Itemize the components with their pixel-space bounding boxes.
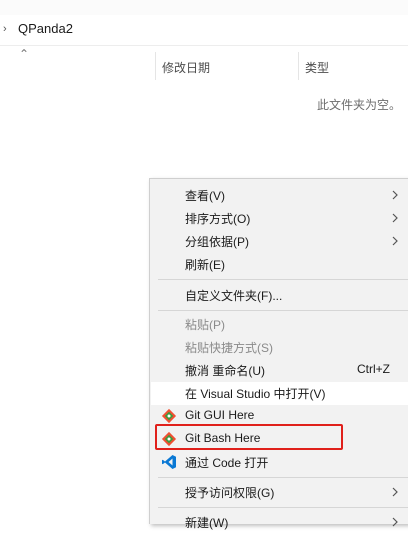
- menu-item-label: 自定义文件夹(F)...: [185, 289, 283, 303]
- address-bar[interactable]: › QPanda2: [0, 15, 408, 46]
- menu-item-label: 查看(V): [185, 189, 225, 203]
- menu-item-label: 分组依据(P): [185, 235, 249, 249]
- menu-item-paste[interactable]: 粘贴(P): [151, 313, 408, 336]
- menu-item-shortcut: Ctrl+Z: [357, 362, 390, 376]
- context-menu: 查看(V) 排序方式(O) 分组依据(P) 刷新(E) 自定义文件夹(F)...…: [149, 178, 408, 530]
- menu-item-label: Git GUI Here: [185, 408, 255, 422]
- git-gui-icon: [161, 408, 177, 424]
- chevron-right-icon: [392, 213, 398, 223]
- menu-item-label: 排序方式(O): [185, 212, 251, 226]
- sort-up-icon: ⌃: [19, 47, 30, 61]
- chevron-right-icon[interactable]: ›: [3, 23, 7, 35]
- menu-item-label: 通过 Code 打开: [185, 456, 269, 470]
- column-header-type[interactable]: 类型: [305, 59, 329, 76]
- menu-item-label: 刷新(E): [185, 258, 225, 272]
- menu-item-label: 粘贴(P): [185, 318, 225, 332]
- column-divider[interactable]: [298, 52, 299, 80]
- menu-item-refresh[interactable]: 刷新(E): [151, 253, 408, 276]
- chevron-right-icon: [392, 487, 398, 497]
- column-header-modified-date[interactable]: 修改日期: [162, 59, 210, 76]
- menu-item-undo-rename[interactable]: 撤消 重命名(U) Ctrl+Z: [151, 359, 408, 382]
- top-toolbar-strip: [0, 0, 408, 16]
- menu-item-grant-access[interactable]: 授予访问权限(G): [151, 481, 408, 504]
- menu-item-label: 在 Visual Studio 中打开(V): [185, 387, 326, 401]
- menu-item-open-in-visual-studio[interactable]: 在 Visual Studio 中打开(V): [151, 382, 408, 405]
- menu-item-group[interactable]: 分组依据(P): [151, 230, 408, 253]
- empty-folder-message: 此文件夹为空。: [316, 98, 401, 112]
- chevron-right-icon: [392, 190, 398, 200]
- chevron-right-icon: [392, 517, 398, 527]
- menu-separator: [158, 310, 408, 311]
- annotation-highlight-box: [155, 424, 343, 450]
- menu-separator: [158, 507, 408, 508]
- menu-item-label: 粘贴快捷方式(S): [185, 341, 273, 355]
- menu-item-customize-folder[interactable]: 自定义文件夹(F)...: [151, 284, 408, 307]
- chevron-right-icon: [392, 236, 398, 246]
- address-path[interactable]: QPanda2: [18, 21, 73, 36]
- column-divider[interactable]: [155, 52, 156, 80]
- menu-item-view[interactable]: 查看(V): [151, 184, 408, 207]
- menu-item-label: 撤消 重命名(U): [185, 364, 265, 378]
- menu-item-paste-shortcut[interactable]: 粘贴快捷方式(S): [151, 336, 408, 359]
- menu-item-open-with-code[interactable]: 通过 Code 打开: [151, 451, 408, 474]
- menu-separator: [158, 279, 408, 280]
- menu-separator: [158, 477, 408, 478]
- vscode-icon: [162, 455, 176, 469]
- menu-item-sort[interactable]: 排序方式(O): [151, 207, 408, 230]
- menu-item-label: 授予访问权限(G): [185, 486, 275, 500]
